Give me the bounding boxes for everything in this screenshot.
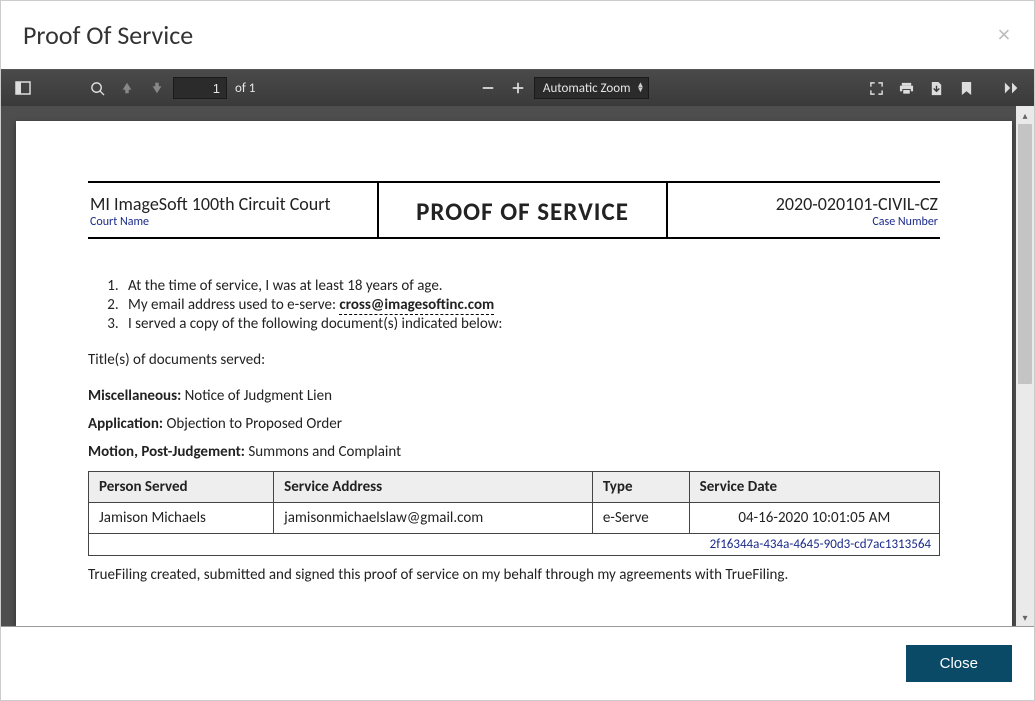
footer-note: TrueFiling created, submitted and signed… — [88, 566, 855, 584]
table-row: Jamison Michaels jamisonmichaelslaw@gmai… — [89, 503, 940, 534]
scroll-up-icon[interactable]: ▴ — [1018, 108, 1032, 122]
zoom-select-value: Automatic Zoom — [543, 81, 631, 96]
statement-item: My email address used to e-serve: cross@… — [122, 296, 940, 314]
titles-heading: Title(s) of documents served: — [88, 351, 940, 369]
scroll-thumb[interactable] — [1018, 124, 1032, 384]
zoom-select[interactable]: Automatic Zoom ▲▼ — [534, 77, 650, 99]
sidebar-toggle-icon[interactable] — [9, 74, 37, 102]
court-name: MI ImageSoft 100th Circuit Court — [90, 193, 375, 215]
caret-up-down-icon: ▲▼ — [637, 83, 645, 93]
download-icon[interactable] — [922, 74, 950, 102]
case-number-label: Case Number — [670, 215, 938, 229]
case-number: 2020-020101-CIVIL-CZ — [776, 193, 938, 215]
pdf-viewer: of 1 Automatic Zoom ▲▼ — [1, 69, 1034, 627]
bookmark-icon[interactable] — [952, 74, 980, 102]
served-documents: Miscellaneous: Notice of Judgment Lien A… — [88, 387, 940, 461]
transaction-reference: 2f16344a-434a-4645-90d3-cd7ac1313564 — [592, 534, 939, 556]
pdf-canvas-area: MI ImageSoft 100th Circuit Court Court N… — [1, 106, 1034, 626]
statement-item: At the time of service, I was at least 1… — [122, 277, 940, 295]
pdf-toolbar: of 1 Automatic Zoom ▲▼ — [1, 70, 1034, 106]
table-header-row: Person Served Service Address Type Servi… — [89, 472, 940, 503]
document-header: MI ImageSoft 100th Circuit Court Court N… — [88, 181, 940, 239]
statement-item: I served a copy of the following documen… — [122, 315, 940, 333]
page-total-label: of 1 — [235, 81, 255, 96]
modal-footer: Close — [1, 627, 1034, 700]
next-page-icon[interactable] — [143, 74, 171, 102]
document-title: PROOF OF SERVICE — [381, 196, 665, 227]
zoom-in-icon[interactable] — [504, 74, 532, 102]
print-icon[interactable] — [892, 74, 920, 102]
table-reference-row: 2f16344a-434a-4645-90d3-cd7ac1313564 — [89, 534, 940, 556]
scroll-down-icon[interactable]: ▾ — [1018, 610, 1032, 624]
modal-header: Proof Of Service × — [1, 1, 1034, 69]
zoom-out-icon[interactable] — [474, 74, 502, 102]
fullscreen-icon[interactable] — [862, 74, 890, 102]
service-table: Person Served Service Address Type Servi… — [88, 471, 940, 556]
vertical-scrollbar[interactable]: ▴ ▾ — [1016, 106, 1034, 626]
modal-dialog: Proof Of Service × of 1 — [0, 0, 1035, 701]
close-icon[interactable]: × — [998, 23, 1010, 47]
statements-list: At the time of service, I was at least 1… — [88, 277, 940, 333]
prev-page-icon[interactable] — [113, 74, 141, 102]
search-icon[interactable] — [83, 74, 111, 102]
court-name-label: Court Name — [90, 215, 375, 229]
modal-title: Proof Of Service — [23, 19, 193, 51]
close-button[interactable]: Close — [906, 645, 1012, 682]
more-tools-icon[interactable] — [998, 74, 1026, 102]
filer-email: cross@imagesoftinc.com — [339, 296, 494, 315]
page-number-input[interactable] — [173, 77, 227, 99]
pdf-page: MI ImageSoft 100th Circuit Court Court N… — [16, 121, 1012, 626]
